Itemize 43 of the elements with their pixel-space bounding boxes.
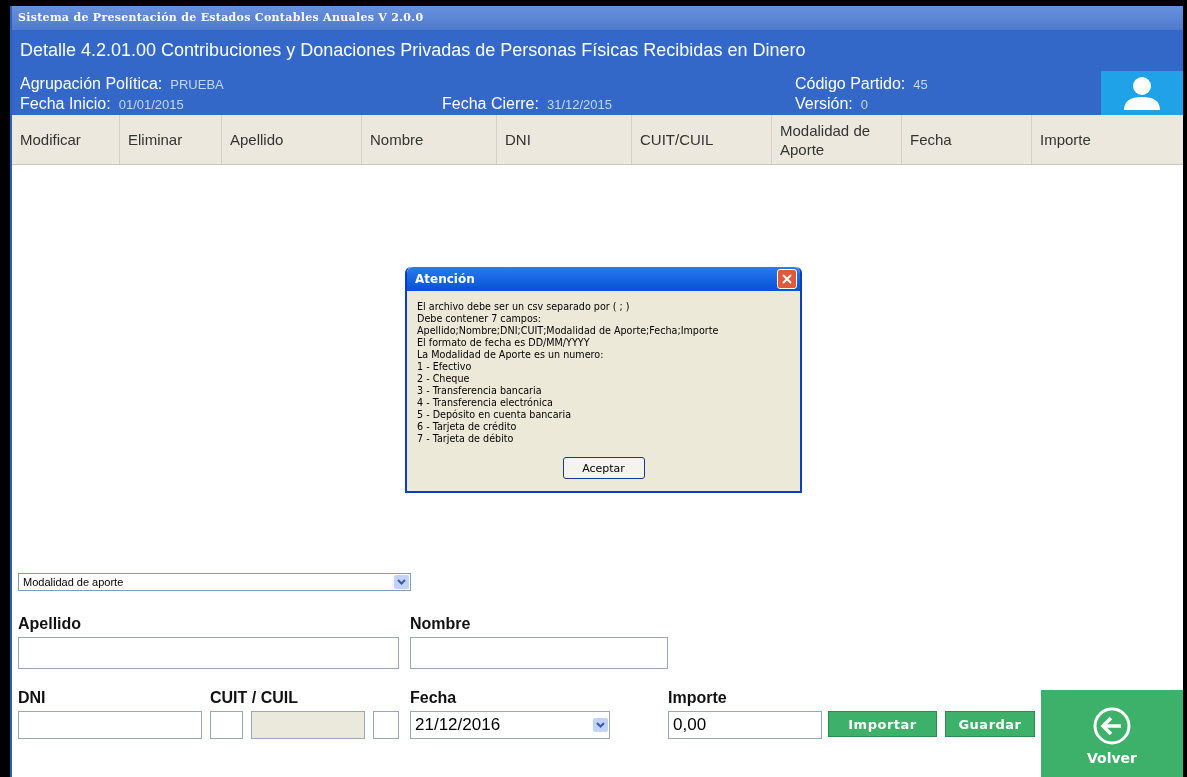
input-field[interactable] xyxy=(210,711,243,739)
column-header: Eliminar xyxy=(120,115,222,164)
field-label: Fecha xyxy=(410,689,458,708)
user-button[interactable] xyxy=(1101,71,1183,115)
field-label: Importe xyxy=(668,689,728,708)
input-field[interactable] xyxy=(18,637,399,669)
column-header: CUIT/CUIL xyxy=(632,115,772,164)
column-header: Apellido xyxy=(222,115,362,164)
field-value: PRUEBA xyxy=(170,77,224,92)
field-label: Fecha Inicio: xyxy=(20,95,111,113)
field-label: Código Partido: xyxy=(795,75,906,93)
page-title: Detalle 4.2.01.00 Contribuciones y Donaciones Privadas de Personas Físicas Recibidas en Dinero xyxy=(19,39,807,62)
dropdown[interactable]: Modalidad de aporte xyxy=(18,573,411,591)
field-label: CUIT / CUIL xyxy=(210,689,299,708)
field-label: Nombre xyxy=(410,615,472,634)
dialog-message: El archivo debe ser un csv separado por ( ; ) Debe contener 7 campos: Apellido;Nombre;DNI;CUIT;Modalidad de Aporte;Fecha;Importe El formato de fecha es DD/MM/YYYY La Modalidad de Aporte es un numero: 1 - Efectivo 2 - Cheque 3 - Transferencia bancaria 4 - Transferencia electrónica 5 - Depósito en cuenta bancaria 6 - Tarjeta de crédito 7 - Tarjeta de débito xyxy=(417,301,720,445)
column-header: Modalidad de Aporte xyxy=(772,115,902,164)
field-label: Fecha Cierre: xyxy=(442,95,539,113)
date-dropdown[interactable]: 21/12/2016 xyxy=(410,711,610,739)
close-icon xyxy=(782,274,792,284)
user-icon xyxy=(1122,76,1162,110)
input-field[interactable] xyxy=(251,711,365,739)
column-header: Importe xyxy=(1039,130,1092,150)
field-label: DNI xyxy=(18,689,47,708)
field-label: Apellido xyxy=(18,615,83,634)
input-field[interactable] xyxy=(18,711,202,739)
field-value: 45 xyxy=(913,77,928,92)
input-field[interactable]: 0,00 xyxy=(668,711,822,739)
column-header: Nombre xyxy=(362,115,497,164)
column-header: DNI xyxy=(497,115,632,164)
accept-button[interactable]: Aceptar xyxy=(562,457,645,479)
window-title: Sistema de Presentación de Estados Contables Anuales V 2.0.0 xyxy=(12,6,1183,30)
field-value: 31/12/2015 xyxy=(546,97,612,112)
input-field[interactable] xyxy=(373,711,399,739)
field-label: Versión: xyxy=(795,95,853,113)
column-header: Fecha xyxy=(902,115,1032,164)
close-button[interactable] xyxy=(777,269,797,289)
field-label: Agrupación Política: xyxy=(20,75,163,93)
field-value: 01/01/2015 xyxy=(118,97,184,112)
column-header: Modificar xyxy=(12,115,120,164)
field-value: 0 xyxy=(860,97,869,112)
input-field[interactable] xyxy=(410,637,668,669)
dialog-title: Atención xyxy=(415,272,475,286)
